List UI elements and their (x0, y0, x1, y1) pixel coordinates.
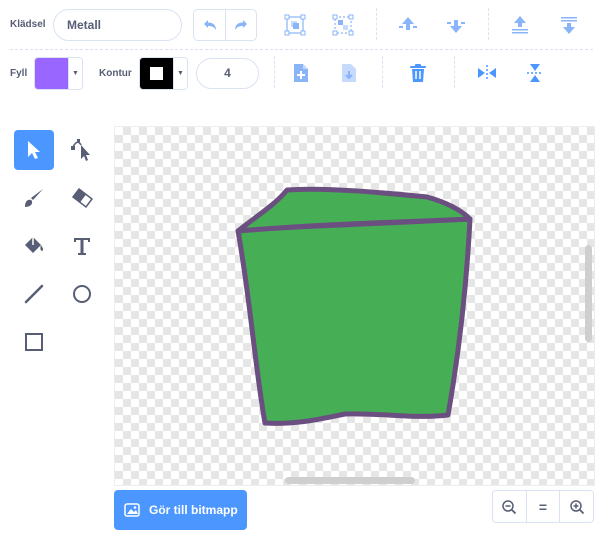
vertical-scrollbar[interactable] (585, 245, 592, 342)
redo-button[interactable] (225, 10, 256, 40)
costume-name-input[interactable]: Metall (53, 9, 182, 41)
circle-icon (73, 285, 91, 303)
zoom-out-button[interactable] (493, 491, 526, 522)
ungroup-icon (332, 14, 354, 36)
fill-label: Fyll (10, 68, 28, 79)
delete-icon (410, 64, 426, 82)
image-icon (124, 503, 140, 517)
toolbar-divider (382, 56, 383, 88)
back-icon (561, 17, 577, 34)
fill-tool[interactable] (14, 226, 54, 266)
toolbar-divider (454, 56, 455, 88)
brush-tool[interactable] (14, 178, 54, 218)
front-icon (512, 16, 528, 34)
outline-color-swatch (140, 58, 173, 89)
reshape-tool[interactable] (62, 130, 102, 170)
copy-icon (294, 64, 308, 82)
line-icon (24, 284, 44, 304)
convert-label: Gör till bitmapp (149, 503, 238, 517)
forward-icon (399, 17, 417, 30)
rectangle-tool[interactable] (14, 322, 54, 362)
copy-button[interactable] (288, 60, 314, 86)
convert-to-bitmap-button[interactable]: Gör till bitmapp (114, 490, 247, 530)
eraser-tool[interactable] (62, 178, 102, 218)
delete-button[interactable] (405, 60, 431, 86)
toolbar-separator (10, 49, 593, 50)
paste-icon (342, 64, 356, 82)
paint-canvas[interactable] (114, 126, 595, 486)
toolbar-divider (274, 56, 275, 88)
forward-button[interactable] (395, 12, 421, 38)
line-tool[interactable] (14, 274, 54, 314)
undo-icon (203, 20, 216, 30)
outline-color-picker[interactable]: ▼ (139, 57, 188, 90)
outline-width-input[interactable]: 4 (196, 58, 259, 89)
zoom-in-button[interactable] (559, 491, 593, 522)
flip-vertical-icon (527, 64, 543, 82)
ungroup-button[interactable] (330, 12, 356, 38)
rectangle-icon (25, 333, 43, 351)
redo-icon (235, 20, 247, 30)
group-icon (284, 14, 306, 36)
chevron-down-icon: ▼ (173, 58, 187, 89)
reshape-icon (71, 139, 90, 161)
zoom-reset-button[interactable]: = (525, 491, 560, 522)
flip-horizontal-button[interactable] (474, 60, 500, 86)
paint-bucket-icon (25, 237, 44, 253)
toolbar-divider (376, 8, 377, 40)
costume-label: Klädsel (10, 19, 46, 30)
text-tool[interactable] (62, 226, 102, 266)
bucket-shape[interactable] (115, 127, 595, 486)
toolbar-divider (488, 8, 489, 40)
undo-redo-group (193, 9, 257, 41)
zoom-reset-label: = (538, 498, 548, 515)
front-button[interactable] (507, 12, 533, 38)
chevron-down-icon: ▼ (68, 58, 82, 89)
backward-button[interactable] (443, 12, 469, 38)
select-tool[interactable] (14, 130, 54, 170)
eraser-icon (71, 187, 94, 209)
flip-horizontal-icon (478, 65, 496, 81)
zoom-in-icon (569, 499, 584, 514)
outline-label: Kontur (99, 68, 132, 79)
brush-icon (25, 189, 43, 207)
zoom-controls: = (492, 490, 594, 523)
group-button[interactable] (282, 12, 308, 38)
fill-color-picker[interactable]: ▼ (34, 57, 83, 90)
horizontal-scrollbar[interactable] (285, 477, 415, 484)
backward-icon (447, 20, 465, 33)
circle-tool[interactable] (62, 274, 102, 314)
text-icon (74, 238, 90, 255)
flip-vertical-button[interactable] (522, 60, 548, 86)
back-button[interactable] (556, 12, 582, 38)
zoom-out-icon (502, 499, 517, 514)
undo-button[interactable] (194, 10, 225, 40)
cursor-icon (28, 141, 40, 159)
paste-button[interactable] (336, 60, 362, 86)
fill-color-swatch (35, 58, 68, 89)
